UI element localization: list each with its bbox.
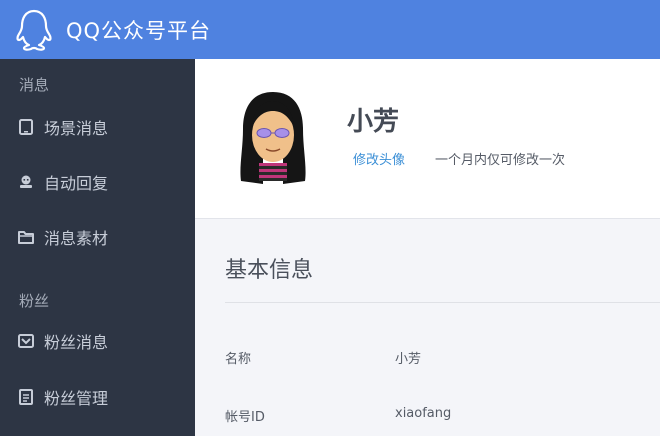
robot-icon [18,174,34,190]
sidebar-section-fans-title: 粉丝 [19,292,50,310]
sidebar-item-fan-management[interactable]: 粉丝管理 [0,377,195,417]
sidebar-item-label: 粉丝管理 [44,389,109,408]
top-bar: QQ公众号平台 [0,0,660,59]
sidebar-item-label: 粉丝消息 [44,333,109,352]
sidebar-section-messages-title: 消息 [19,76,50,94]
document-list-icon [18,389,34,405]
inbox-icon [18,333,34,349]
folder-icon [18,229,34,245]
main-content: 小芳 修改头像 一个月内仅可修改一次 基本信息 名称 小芳 帐号ID xiaof… [195,59,660,436]
sidebar-item-label: 消息素材 [44,229,109,248]
sidebar-item-label: 自动回复 [44,174,109,193]
sidebar-item-label: 场景消息 [44,119,109,138]
section-divider [225,302,660,303]
change-avatar-link[interactable]: 修改头像 [353,149,405,168]
basic-info-title: 基本信息 [225,258,314,283]
account-id-label: 帐号ID [225,410,265,425]
sidebar-item-scene-messages[interactable]: 场景消息 [0,107,195,147]
platform-title: QQ公众号平台 [66,18,212,43]
qq-penguin-logo-icon[interactable] [16,9,52,51]
name-value: 小芳 [395,352,422,367]
profile-name: 小芳 [347,107,400,137]
sidebar: 消息 场景消息 自动回复 消息素材 粉丝 粉丝消息 粉丝管理 [0,59,195,436]
profile-card: 小芳 修改头像 一个月内仅可修改一次 [195,59,660,219]
tablet-icon [18,119,34,135]
name-label: 名称 [225,352,252,367]
account-id-value: xiaofang [395,406,452,421]
sidebar-item-fan-messages[interactable]: 粉丝消息 [0,321,195,361]
avatar [240,92,306,184]
sidebar-item-auto-reply[interactable]: 自动回复 [0,162,195,202]
sidebar-item-message-materials[interactable]: 消息素材 [0,217,195,257]
change-avatar-note: 一个月内仅可修改一次 [435,153,566,168]
